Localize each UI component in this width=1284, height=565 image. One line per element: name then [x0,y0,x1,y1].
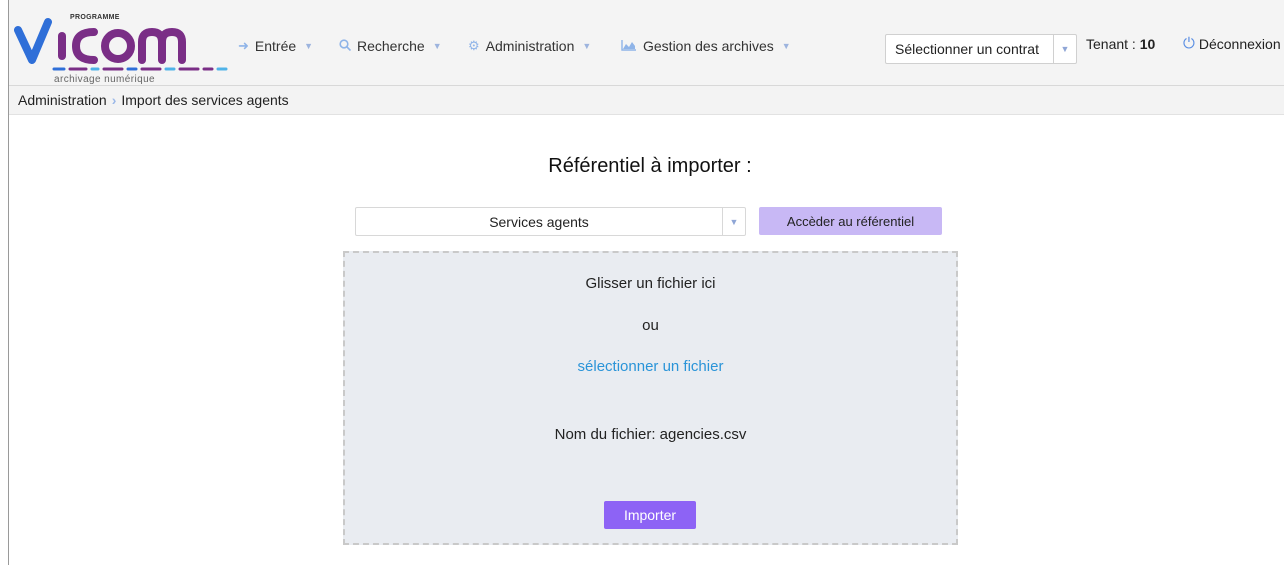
chevron-down-icon: ▼ [304,41,314,51]
file-name-text: Nom du fichier: agencies.csv [554,426,747,443]
nav-recherche-label: Recherche [357,38,425,54]
chevron-down-icon: ▼ [432,41,442,51]
chevron-down-icon[interactable]: ▼ [1053,35,1076,63]
tenant-label: Tenant : [1086,36,1136,52]
gears-icon: ⚙ [468,38,480,53]
or-text: ou [642,317,659,334]
logo-subtitle: archivage numérique [54,74,155,85]
top-navbar: PROGRAMME archivage numérique ➜ Entrée ▼… [9,0,1284,86]
logout-button[interactable]: ⏻ Déconnexion [1183,35,1281,52]
chevron-down-icon: ▼ [781,41,791,51]
nav-recherche[interactable]: Recherche ▼ [339,38,442,54]
file-dropzone[interactable]: Glisser un fichier ici ou sélectionner u… [343,251,958,545]
search-icon [339,38,352,54]
logout-label: Déconnexion [1198,35,1281,52]
breadcrumb-parent[interactable]: Administration [18,92,107,108]
select-file-link[interactable]: sélectionner un fichier [578,358,724,375]
logo-program-text: PROGRAMME [70,14,120,21]
chevron-right-icon: › [111,92,117,108]
tenant-indicator: Tenant : 10 [1086,36,1155,52]
tenant-value: 10 [1139,36,1156,52]
nav-administration-label: Administration [485,38,575,54]
contract-select[interactable]: Sélectionner un contrat ▼ [885,34,1077,64]
nav-entree-label: Entrée [254,38,297,54]
login-arrow-icon: ➜ [238,38,249,53]
chevron-down-icon: ▼ [582,41,592,51]
vitam-logo[interactable]: PROGRAMME archivage numérique [14,12,236,85]
drag-file-text: Glisser un fichier ici [585,275,716,292]
nav-gestion-archives-label: Gestion des archives [643,38,774,54]
page-title: Référentiel à importer : [548,155,752,177]
nav-gestion-archives[interactable]: Gestion des archives ▼ [621,38,791,54]
vitam-logo-mark [14,18,228,71]
chevron-down-icon[interactable]: ▼ [722,208,745,235]
breadcrumb: Administration › Import des services age… [9,86,1284,115]
import-button[interactable]: Importer [604,501,696,529]
power-icon: ⏻ [1183,35,1195,52]
nav-entree[interactable]: ➜ Entrée ▼ [238,38,313,54]
breadcrumb-current: Import des services agents [121,92,289,108]
referential-select[interactable]: Services agents ▼ [355,207,746,236]
nav-administration[interactable]: ⚙ Administration ▼ [468,38,591,54]
access-referential-button[interactable]: Accèder au référentiel [759,207,942,235]
area-chart-icon [621,39,637,54]
contract-select-value: Sélectionner un contrat [895,41,1039,57]
referential-select-value: Services agents [489,213,589,230]
